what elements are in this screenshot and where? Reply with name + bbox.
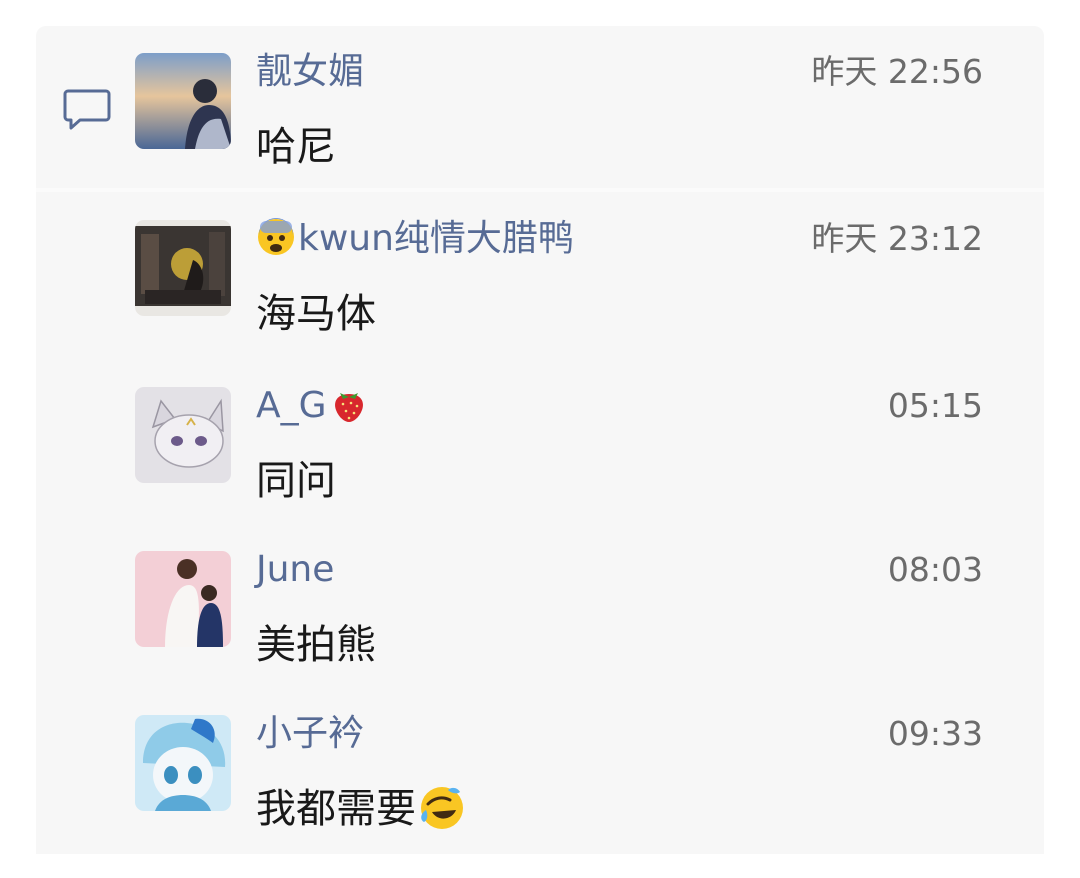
comment-text: 哈尼 xyxy=(256,124,336,170)
comment-time: 昨天 23:12 xyxy=(811,219,983,258)
comment-text: 同问 xyxy=(256,458,336,504)
avatar[interactable] xyxy=(135,715,231,811)
avatar[interactable] xyxy=(135,53,231,149)
comment-item[interactable]: June 08:03 美拍熊 xyxy=(0,549,1080,701)
avatar[interactable] xyxy=(135,387,231,483)
comment-item[interactable]: kwun纯情大腊鸭 昨天 23:12 海马体 xyxy=(0,218,1080,370)
comment-text: 美拍熊 xyxy=(256,622,376,668)
rolling-on-floor-laughing-icon xyxy=(421,787,463,829)
comment-text: 我都需要 xyxy=(256,783,466,835)
commenter-name[interactable]: June xyxy=(256,547,334,593)
commenter-name[interactable]: 小子衿 xyxy=(256,711,364,757)
comment-time: 09:33 xyxy=(887,714,983,753)
comment-text: 海马体 xyxy=(256,291,376,337)
commenter-name[interactable]: 靓女媚 xyxy=(256,49,364,95)
avatar[interactable] xyxy=(135,551,231,647)
comment-time: 05:15 xyxy=(887,386,983,425)
comment-time: 昨天 22:56 xyxy=(811,52,983,91)
comment-item[interactable]: 小子衿 09:33 我都需要 xyxy=(0,713,1080,865)
avatar[interactable] xyxy=(135,220,231,316)
commenter-name[interactable]: A_G xyxy=(256,383,369,429)
comment-item[interactable]: 靓女媚 昨天 22:56 哈尼 xyxy=(0,51,1080,203)
commenter-name[interactable]: kwun纯情大腊鸭 xyxy=(256,216,574,262)
strawberry-icon xyxy=(334,393,363,422)
comment-item[interactable]: A_G 05:15 同问 xyxy=(0,385,1080,537)
comment-time: 08:03 xyxy=(887,550,983,589)
fearful-face-icon xyxy=(258,218,294,255)
